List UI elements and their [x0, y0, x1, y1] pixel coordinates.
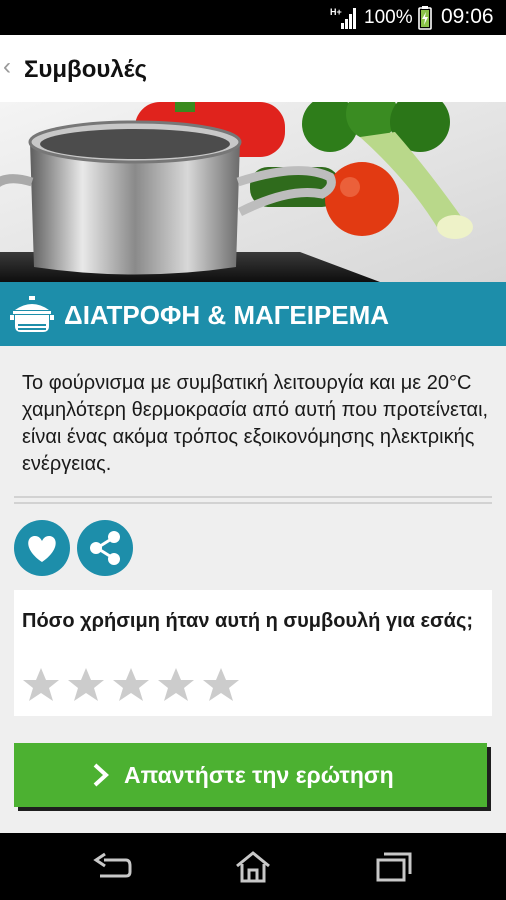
star-icon[interactable] [202, 666, 240, 704]
category-header: ΔΙΑΤΡΟΦΗ & ΜΑΓΕΙΡΕΜΑ [0, 282, 506, 346]
star-icon[interactable] [157, 666, 195, 704]
star-icon[interactable] [67, 666, 105, 704]
battery-percent: 100% [364, 7, 413, 28]
category-title: ΔΙΑΤΡΟΦΗ & ΜΑΓΕΙΡΕΜΑ [64, 300, 390, 330]
clock: 09:06 [441, 5, 494, 28]
tip-text: Το φούρνισμα με συμβατική λειτουργία και… [22, 372, 489, 475]
back-icon[interactable] [92, 850, 132, 884]
answer-question-button[interactable]: Απαντήστε την ερώτηση [14, 743, 487, 807]
answer-button-label: Απαντήστε την ερώτηση [124, 762, 394, 788]
svg-text:H+: H+ [330, 7, 342, 17]
action-bar: ‹ Συμβουλές [0, 35, 506, 102]
hero-cooking-illustration [0, 102, 506, 282]
star-icon[interactable] [112, 666, 150, 704]
like-button[interactable] [14, 520, 70, 576]
hero-image [0, 102, 506, 282]
rating-question: Πόσο χρήσιμη ήταν αυτή η συμβουλή για εσ… [22, 610, 474, 632]
divider [14, 496, 492, 498]
home-icon[interactable] [233, 850, 273, 884]
status-bar: H+ 100% 09:06 [0, 0, 506, 35]
chevron-right-icon [93, 763, 109, 787]
heart-icon [28, 536, 56, 562]
divider [14, 502, 492, 504]
page-title[interactable]: Συμβουλές [24, 56, 147, 84]
cooking-pot-icon [10, 296, 54, 332]
recent-apps-icon[interactable] [374, 850, 414, 884]
star-icon[interactable] [22, 666, 60, 704]
rating-card: Πόσο χρήσιμη ήταν αυτή η συμβουλή για εσ… [14, 590, 492, 716]
battery-charging-icon [418, 6, 432, 30]
back-chevron-icon[interactable]: ‹ [3, 55, 11, 79]
signal-icon: H+ [330, 7, 356, 29]
share-button[interactable] [77, 520, 133, 576]
navigation-bar [0, 833, 506, 900]
share-icon [90, 531, 120, 565]
